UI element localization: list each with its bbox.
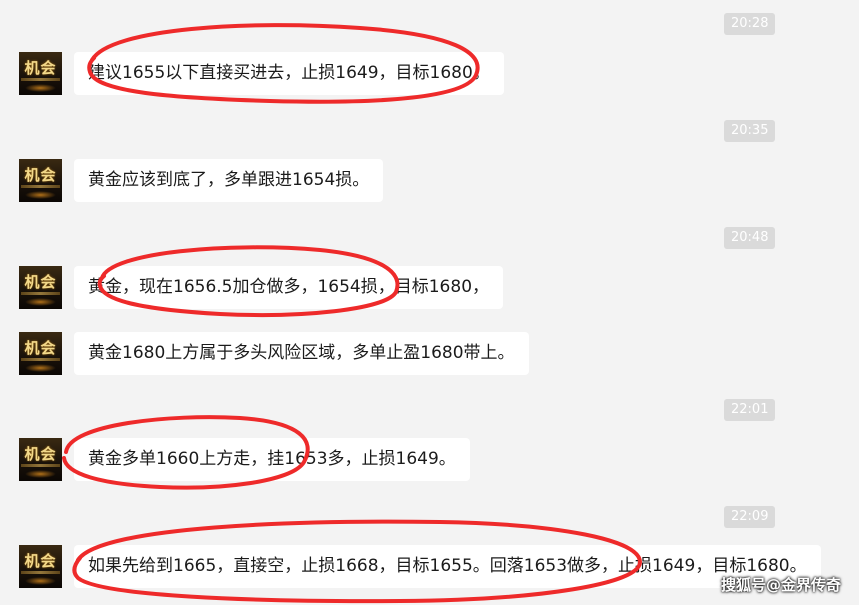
avatar-decoration: [21, 185, 60, 188]
avatar-glow: [25, 470, 56, 478]
avatar-label: 机会: [24, 59, 57, 77]
avatar-glow: [25, 84, 56, 92]
avatar-decoration: [21, 78, 60, 81]
message-row: 机会 黄金应该到底了，多单跟进1654损。: [0, 159, 859, 203]
avatar-label: 机会: [24, 552, 57, 570]
chat-window: 20:28 机会 建议1655以下直接买进去，止损1649，目标1680。 20…: [0, 0, 859, 605]
avatar-label: 机会: [24, 445, 57, 463]
timestamp: 22:09: [724, 506, 776, 528]
avatar-label: 机会: [24, 273, 57, 291]
avatar[interactable]: 机会: [19, 545, 62, 588]
avatar-label: 机会: [24, 339, 57, 357]
avatar-glow: [25, 191, 56, 199]
avatar-label: 机会: [24, 166, 57, 184]
avatar-glow: [25, 577, 56, 585]
watermark: 搜狐号@金界传奇: [720, 576, 841, 594]
timestamp: 20:35: [724, 120, 776, 142]
message-bubble[interactable]: 黄金应该到底了，多单跟进1654损。: [74, 159, 384, 202]
message-bubble[interactable]: 建议1655以下直接买进去，止损1649，目标1680。: [74, 52, 504, 95]
avatar-decoration: [21, 571, 60, 574]
avatar[interactable]: 机会: [19, 332, 62, 375]
avatar-decoration: [21, 292, 60, 295]
timestamp: 22:01: [724, 399, 776, 421]
message-bubble[interactable]: 黄金，现在1656.5加仓做多，1654损，目标1680，: [74, 266, 504, 309]
avatar[interactable]: 机会: [19, 266, 62, 309]
message-row: 机会 建议1655以下直接买进去，止损1649，目标1680。: [0, 52, 859, 96]
avatar-glow: [25, 298, 56, 306]
avatar[interactable]: 机会: [19, 52, 62, 95]
avatar-glow: [25, 364, 56, 372]
message-bubble[interactable]: 黄金多单1660上方走，挂1653多，止损1649。: [74, 438, 470, 481]
message-row: 机会 黄金多单1660上方走，挂1653多，止损1649。: [0, 438, 859, 482]
message-row: 机会 黄金1680上方属于多头风险区域，多单止盈1680带上。: [0, 332, 859, 376]
message-bubble[interactable]: 如果先给到1665，直接空，止损1668，目标1655。回落1653做多，止损1…: [74, 545, 821, 588]
timestamp: 20:28: [724, 13, 776, 35]
avatar-decoration: [21, 464, 60, 467]
message-row: 机会 黄金，现在1656.5加仓做多，1654损，目标1680，: [0, 266, 859, 310]
avatar-decoration: [21, 358, 60, 361]
avatar[interactable]: 机会: [19, 159, 62, 202]
avatar[interactable]: 机会: [19, 438, 62, 481]
message-bubble[interactable]: 黄金1680上方属于多头风险区域，多单止盈1680带上。: [74, 332, 529, 375]
timestamp: 20:48: [724, 227, 776, 249]
